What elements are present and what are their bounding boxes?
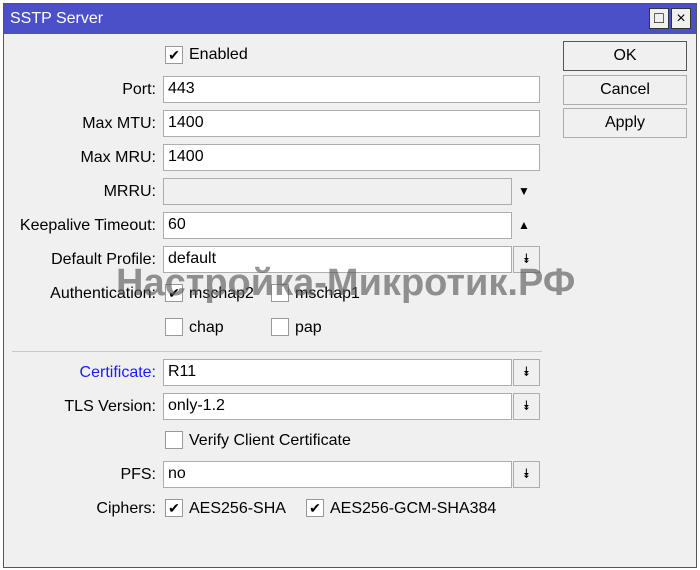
dropdown-icon[interactable]: ⯯ (513, 461, 540, 488)
pfs-select[interactable]: no (163, 461, 512, 488)
port-label: Port: (122, 81, 156, 98)
aes256-gcm-sha384-checkbox[interactable]: ✔ (306, 499, 324, 517)
mschap1-checkbox[interactable] (271, 284, 289, 302)
chap-checkbox[interactable] (165, 318, 183, 336)
max-mru-label: Max MRU: (80, 149, 156, 166)
port-input[interactable]: 443 (163, 76, 540, 103)
verify-client-certificate-label: Verify Client Certificate (189, 432, 351, 449)
default-profile-select[interactable]: default (163, 246, 512, 273)
max-mtu-label: Max MTU: (82, 115, 156, 132)
mrru-label: MRRU: (103, 183, 156, 200)
apply-button[interactable]: Apply (563, 108, 687, 138)
enabled-label: Enabled (189, 46, 248, 63)
pfs-label: PFS: (120, 466, 156, 483)
sstp-server-window: SSTP Server □ × OK Cancel Apply ✔ Enable… (3, 3, 697, 568)
tls-version-select[interactable]: only-1.2 (163, 393, 512, 420)
collapse-up-icon[interactable]: ▲ (518, 218, 530, 232)
dropdown-icon[interactable]: ⯯ (513, 359, 540, 386)
dropdown-icon[interactable]: ⯯ (513, 246, 540, 273)
aes256-sha-label: AES256-SHA (189, 500, 286, 517)
dropdown-icon[interactable]: ⯯ (513, 393, 540, 420)
certificate-select[interactable]: R11 (163, 359, 512, 386)
pap-checkbox[interactable] (271, 318, 289, 336)
max-mru-input[interactable]: 1400 (163, 144, 540, 171)
maximize-icon[interactable]: □ (649, 8, 669, 29)
ok-button[interactable]: OK (563, 41, 687, 71)
chap-label: chap (189, 319, 224, 336)
tls-version-label: TLS Version: (64, 398, 156, 415)
certificate-label[interactable]: Certificate: (80, 364, 156, 382)
mrru-input[interactable] (163, 178, 512, 205)
aes256-sha-checkbox[interactable]: ✔ (165, 499, 183, 517)
expand-down-icon[interactable]: ▼ (518, 184, 530, 198)
default-profile-label: Default Profile: (51, 251, 156, 268)
authentication-label: Authentication: (50, 285, 156, 302)
keepalive-input[interactable]: 60 (163, 212, 512, 239)
verify-client-certificate-checkbox[interactable] (165, 431, 183, 449)
mschap2-checkbox[interactable]: ✔ (165, 284, 183, 302)
separator (12, 351, 542, 352)
mschap1-label: mschap1 (295, 285, 360, 302)
aes256-gcm-sha384-label: AES256-GCM-SHA384 (330, 500, 497, 517)
max-mtu-input[interactable]: 1400 (163, 110, 540, 137)
title-bar[interactable]: SSTP Server □ × (4, 4, 696, 34)
enabled-checkbox[interactable]: ✔ (165, 46, 183, 64)
pap-label: pap (295, 319, 322, 336)
window-title: SSTP Server (10, 10, 104, 27)
mschap2-label: mschap2 (189, 285, 254, 302)
cancel-button[interactable]: Cancel (563, 75, 687, 105)
ciphers-label: Ciphers: (96, 500, 156, 517)
close-icon[interactable]: × (671, 8, 691, 29)
keepalive-label: Keepalive Timeout: (19, 217, 156, 234)
